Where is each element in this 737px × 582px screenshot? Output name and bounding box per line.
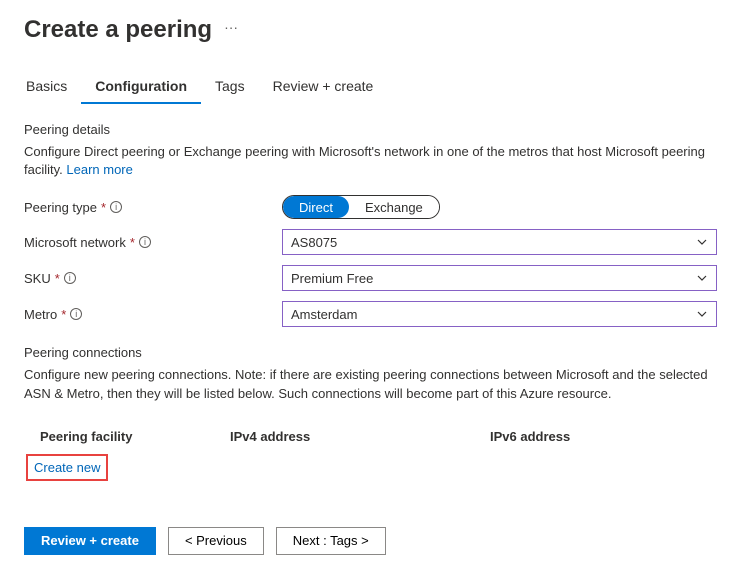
chevron-down-icon (696, 272, 708, 284)
peering-type-direct[interactable]: Direct (283, 196, 349, 218)
create-new-link[interactable]: Create new (34, 460, 100, 475)
footer-actions: Review + create < Previous Next : Tags > (24, 527, 717, 555)
metro-value: Amsterdam (291, 307, 357, 322)
microsoft-network-select[interactable]: AS8075 (282, 229, 717, 255)
peering-type-exchange[interactable]: Exchange (349, 196, 439, 218)
peering-type-toggle[interactable]: Direct Exchange (282, 195, 440, 219)
metro-label: Metro (24, 307, 57, 322)
metro-select[interactable]: Amsterdam (282, 301, 717, 327)
connections-table-header: Peering facility IPv4 address IPv6 addre… (24, 419, 717, 454)
required-indicator: * (130, 235, 135, 250)
column-ipv6-address: IPv6 address (490, 429, 717, 444)
required-indicator: * (55, 271, 60, 286)
peering-connections-description: Configure new peering connections. Note:… (24, 366, 717, 402)
microsoft-network-value: AS8075 (291, 235, 337, 250)
page-title: Create a peering (24, 16, 212, 44)
info-icon[interactable]: i (110, 201, 122, 213)
column-peering-facility: Peering facility (40, 429, 230, 444)
column-ipv4-address: IPv4 address (230, 429, 490, 444)
tab-review-create[interactable]: Review + create (259, 72, 388, 104)
tab-bar: Basics Configuration Tags Review + creat… (24, 72, 717, 104)
sku-value: Premium Free (291, 271, 373, 286)
next-button[interactable]: Next : Tags > (276, 527, 386, 555)
peering-details-description: Configure Direct peering or Exchange pee… (24, 143, 717, 179)
tab-configuration[interactable]: Configuration (81, 72, 201, 104)
microsoft-network-label: Microsoft network (24, 235, 126, 250)
more-actions-icon[interactable]: ··· (224, 19, 238, 41)
sku-label: SKU (24, 271, 51, 286)
info-icon[interactable]: i (70, 308, 82, 320)
info-icon[interactable]: i (139, 236, 151, 248)
review-create-button[interactable]: Review + create (24, 527, 156, 555)
learn-more-link[interactable]: Learn more (66, 162, 132, 177)
tab-basics[interactable]: Basics (24, 72, 81, 104)
chevron-down-icon (696, 308, 708, 320)
sku-select[interactable]: Premium Free (282, 265, 717, 291)
required-indicator: * (61, 307, 66, 322)
peering-type-label: Peering type (24, 200, 97, 215)
tab-tags[interactable]: Tags (201, 72, 259, 104)
previous-button[interactable]: < Previous (168, 527, 264, 555)
create-new-highlight: Create new (26, 454, 108, 481)
peering-connections-heading: Peering connections (24, 345, 717, 360)
required-indicator: * (101, 200, 106, 215)
info-icon[interactable]: i (64, 272, 76, 284)
peering-details-heading: Peering details (24, 122, 717, 137)
chevron-down-icon (696, 236, 708, 248)
